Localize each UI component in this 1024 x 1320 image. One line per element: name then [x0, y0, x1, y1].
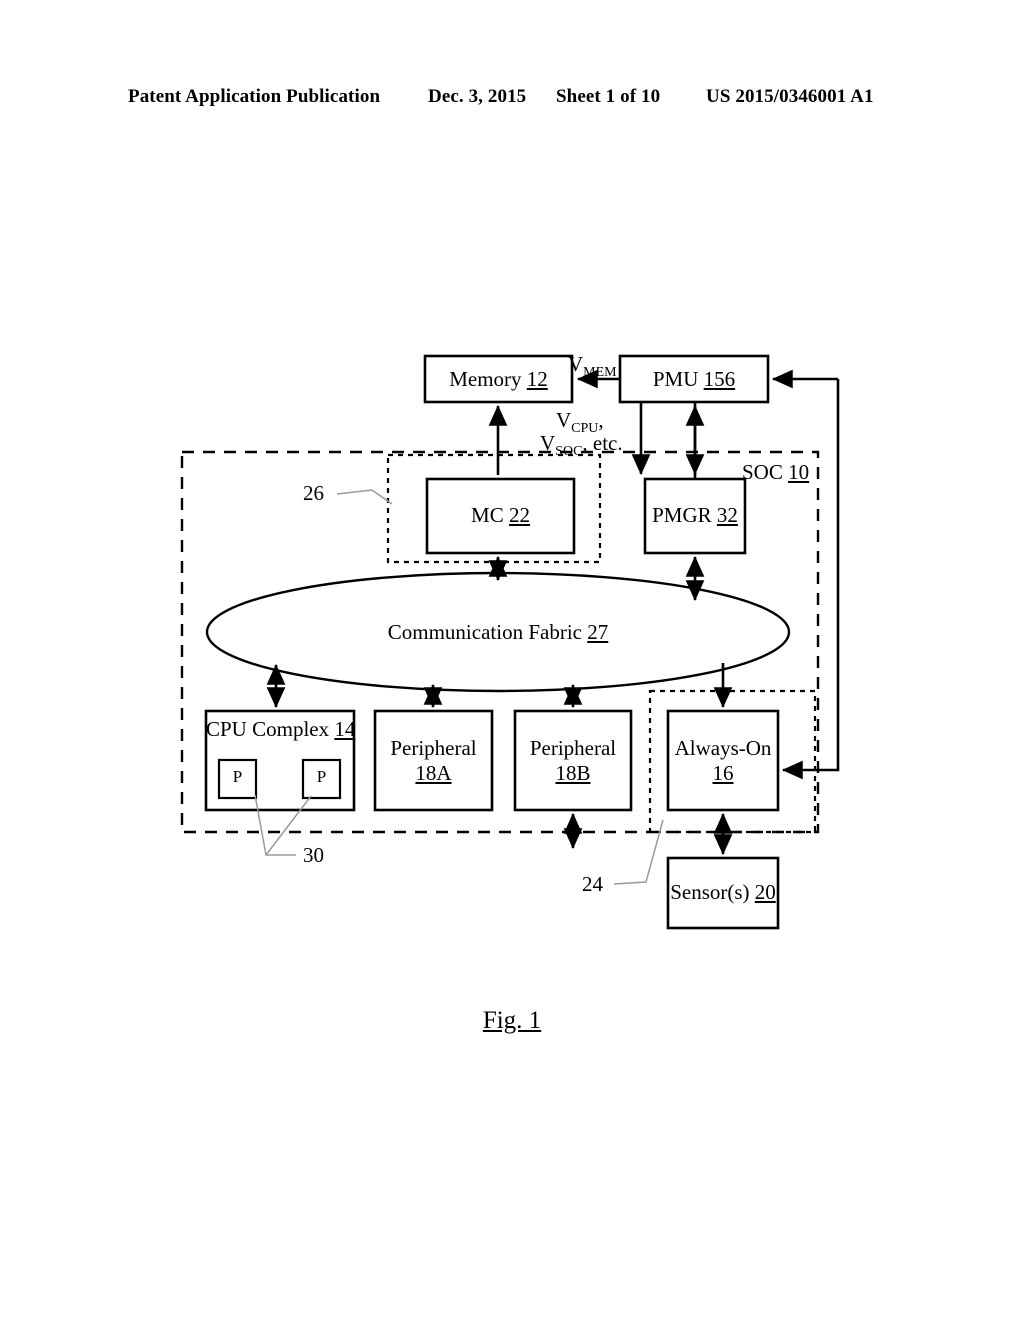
figure-caption: Fig. 1: [482, 1007, 542, 1034]
peripheral-18b-block-outline: [513, 709, 633, 812]
pmgr-block-outline: [643, 477, 747, 555]
reference-numeral-30: 30: [303, 843, 324, 867]
reference-numeral-26: 26: [303, 481, 324, 505]
vmem-supply-label: VMEM: [568, 352, 617, 381]
pmu-block-outline: [618, 354, 770, 404]
reference-numeral-24: 24: [582, 872, 603, 896]
communication-fabric-outline: [205, 571, 791, 693]
processor-p1-outline: [217, 758, 258, 800]
leader-line-26: [336, 489, 393, 505]
peripheral-18a-block-outline: [373, 709, 494, 812]
sensors-block-outline: [666, 856, 780, 930]
memory-block-outline: [423, 354, 574, 404]
leader-line-24: [613, 819, 664, 885]
processor-p2-outline: [301, 758, 342, 800]
figure-1-block-diagram: Memory 12 PMU 156 MC 22 PMGR 32 Communic…: [0, 0, 1024, 1320]
vsoc-supply-label: VSOC, etc.: [540, 431, 623, 460]
always-on-block-outline: [666, 709, 780, 812]
connector-always-on-to-pmu-feedback: [781, 379, 840, 780]
mc-block-outline: [425, 477, 576, 555]
figure-vector-layer: [180, 354, 840, 930]
